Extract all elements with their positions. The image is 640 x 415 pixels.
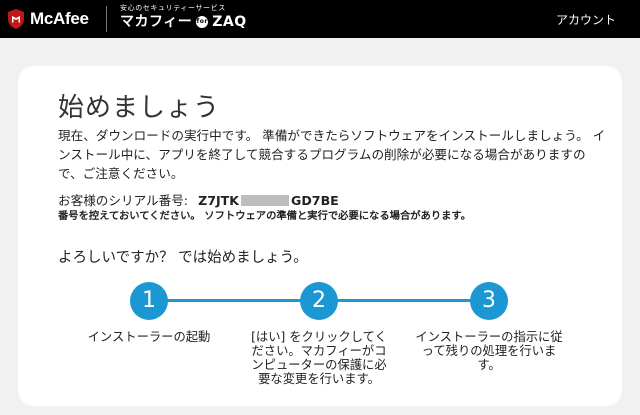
step-2-number: 2: [300, 282, 338, 320]
mcafee-shield-icon: [8, 9, 24, 29]
step-3-label: インストーラーの指示に従って残りの処理を行います。: [415, 330, 563, 372]
serial-number: Z7JTK GD7BE: [198, 193, 339, 208]
step-1-label: インストーラーの起動: [87, 330, 211, 344]
step-2-label: [はい] をクリックしてください。マカフィーがコンピューターの保護に必要な変更を…: [251, 330, 387, 386]
partner-suffix: ZAQ: [212, 14, 247, 30]
partner-tagline: 安心のセキュリティーサービス: [120, 4, 226, 12]
page-title: 始めましょう: [58, 93, 221, 123]
serial-prefix: Z7JTK: [198, 193, 240, 208]
partner-name: マカフィー: [120, 14, 193, 30]
intro-text: 現在、ダウンロードの実行中です。 準備ができたらソフトウェアをインストールしまし…: [58, 128, 606, 181]
serial-label: お客様のシリアル番号:: [58, 193, 189, 208]
getting-started-card: 始めましょう 現在、ダウンロードの実行中です。 準備ができたらソフトウェアをイン…: [18, 66, 622, 406]
serial-number-row: お客様のシリアル番号: Z7JTK GD7BE: [58, 192, 339, 209]
partner-logo: 安心のセキュリティーサービス マカフィー for ZAQ: [120, 4, 247, 31]
partner-badge: for: [196, 16, 209, 28]
header-divider: [106, 6, 107, 32]
ready-heading: よろしいですか？ では始めましょう。: [58, 250, 308, 266]
mcafee-logo[interactable]: McAfee: [6, 7, 89, 31]
top-bar: McAfee 安心のセキュリティーサービス マカフィー for ZAQ アカウン…: [0, 0, 640, 38]
account-link[interactable]: アカウント: [556, 11, 616, 28]
serial-note: 番号を控えておいてください。 ソフトウェアの準備と実行で必要になる場合があります…: [58, 210, 471, 222]
serial-suffix: GD7BE: [291, 193, 339, 208]
partner-name-row: マカフィー for ZAQ: [120, 13, 247, 31]
serial-redaction: [241, 195, 290, 206]
step-1-number: 1: [130, 282, 168, 320]
brand-name: McAfee: [30, 9, 89, 28]
step-3-number: 3: [470, 282, 508, 320]
